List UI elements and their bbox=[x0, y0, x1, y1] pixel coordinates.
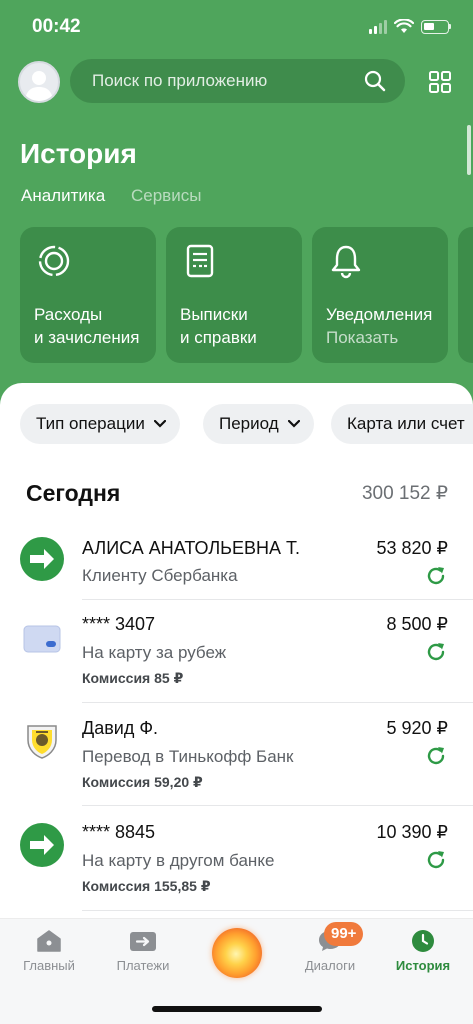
apps-grid-icon[interactable] bbox=[429, 71, 451, 93]
tab-analytics[interactable]: Аналитика bbox=[21, 186, 105, 206]
filter-operation-type[interactable]: Тип операции bbox=[20, 404, 180, 444]
transfer-arrow-icon bbox=[20, 537, 64, 581]
search-placeholder: Поиск по приложению bbox=[92, 71, 268, 90]
filter-label: Тип операции bbox=[36, 414, 145, 433]
filter-label: Период bbox=[219, 414, 279, 433]
transaction-row[interactable]: **** 3407 На карту за рубеж Комиссия 85 … bbox=[0, 612, 473, 704]
status-time: 00:42 bbox=[32, 16, 81, 37]
tab-label: Главный bbox=[23, 958, 75, 973]
home-icon bbox=[37, 930, 61, 952]
battery-icon bbox=[421, 19, 451, 34]
transaction-fee: Комиссия 155,85 ₽ bbox=[82, 878, 211, 894]
repeat-icon[interactable] bbox=[425, 565, 447, 587]
unread-badge: 99+ bbox=[324, 922, 364, 946]
tile-label-line1: Расходы bbox=[34, 305, 103, 324]
day-group-total: 300 152 ₽ bbox=[361, 483, 448, 504]
tile-label-line1: Уведомления bbox=[326, 305, 433, 324]
transaction-fee: Комиссия 85 ₽ bbox=[82, 670, 184, 686]
row-divider bbox=[82, 805, 473, 806]
tinkoff-logo-icon bbox=[27, 725, 57, 759]
scroll-indicator bbox=[467, 125, 471, 175]
transaction-row[interactable]: АЛИСА АНАТОЛЬЕВНА Т. Клиенту Сбербанка 5… bbox=[0, 533, 473, 603]
tab-label: Платежи bbox=[116, 958, 170, 973]
tab-history[interactable]: История bbox=[383, 929, 463, 973]
transaction-row[interactable]: **** 8845 На карту в другом банке Комисс… bbox=[0, 820, 473, 912]
transaction-name: Давид Ф. bbox=[82, 718, 159, 738]
home-indicator bbox=[152, 1006, 322, 1012]
tab-payments[interactable]: Платежи bbox=[103, 929, 183, 973]
donut-chart-icon bbox=[38, 245, 70, 277]
tab-label: Диалоги bbox=[304, 958, 356, 973]
status-icons bbox=[369, 19, 451, 34]
transaction-amount: 10 390 ₽ bbox=[376, 822, 448, 842]
transaction-name: **** 8845 bbox=[82, 822, 156, 842]
transaction-name: **** 3407 bbox=[82, 614, 156, 634]
transaction-name: АЛИСА АНАТОЛЬЕВНА Т. bbox=[82, 538, 300, 558]
tile-label-line1: Выписки bbox=[180, 305, 248, 324]
filter-label: Карта или счет bbox=[347, 414, 465, 433]
avatar[interactable] bbox=[18, 61, 60, 103]
tab-services[interactable]: Сервисы bbox=[131, 186, 201, 206]
status-bar: 00:42 bbox=[0, 0, 473, 56]
assistant-orb-icon[interactable] bbox=[212, 928, 262, 978]
filter-card-or-account[interactable]: Карта или счет bbox=[331, 404, 473, 444]
transfer-arrow-icon bbox=[20, 823, 64, 867]
tile-label-line2: Показать bbox=[326, 328, 399, 347]
search-icon[interactable] bbox=[363, 69, 387, 93]
transaction-row[interactable]: Давид Ф. Перевод в Тинькофф Банк Комисси… bbox=[0, 716, 473, 808]
chevron-down-icon bbox=[287, 420, 300, 428]
document-icon bbox=[186, 244, 214, 278]
tab-label: История bbox=[395, 958, 451, 973]
day-group-label: Сегодня bbox=[26, 480, 121, 506]
tile-statements[interactable]: Выписки и справки bbox=[166, 227, 302, 363]
row-divider bbox=[82, 702, 473, 703]
bell-icon bbox=[331, 245, 361, 279]
payments-icon bbox=[130, 932, 156, 951]
transaction-amount: 53 820 ₽ bbox=[376, 538, 448, 558]
user-silhouette-icon bbox=[25, 71, 53, 101]
transaction-amount: 5 920 ₽ bbox=[386, 718, 449, 738]
tile-notifications[interactable]: Уведомления Показать bbox=[312, 227, 448, 363]
transaction-subtitle: На карту в другом банке bbox=[82, 851, 275, 870]
transaction-fee: Комиссия 59,20 ₽ bbox=[82, 774, 203, 790]
tile-expenses[interactable]: Расходы и зачисления bbox=[20, 227, 156, 363]
row-divider bbox=[82, 910, 473, 911]
repeat-icon[interactable] bbox=[425, 849, 447, 871]
transaction-amount: 8 500 ₽ bbox=[386, 614, 449, 634]
repeat-icon[interactable] bbox=[425, 745, 447, 767]
transaction-subtitle: На карту за рубеж bbox=[82, 643, 227, 662]
filter-period[interactable]: Период bbox=[203, 404, 314, 444]
transaction-subtitle: Клиенту Сбербанка bbox=[82, 566, 238, 585]
search-input[interactable]: Поиск по приложению bbox=[70, 59, 405, 103]
tile-label-line2: и зачисления bbox=[34, 328, 140, 347]
transaction-subtitle: Перевод в Тинькофф Банк bbox=[82, 747, 294, 766]
repeat-icon[interactable] bbox=[425, 641, 447, 663]
row-divider bbox=[82, 599, 473, 600]
chevron-down-icon bbox=[153, 420, 166, 428]
tile-label-line2: и справки bbox=[180, 328, 257, 347]
signal-icon bbox=[369, 19, 387, 34]
tab-home[interactable]: Главный bbox=[9, 929, 89, 973]
page-title: История bbox=[20, 138, 137, 169]
tile-next-partial[interactable] bbox=[458, 227, 473, 363]
bank-card-icon bbox=[23, 625, 61, 653]
clock-icon bbox=[412, 930, 434, 952]
wifi-icon bbox=[394, 19, 414, 33]
